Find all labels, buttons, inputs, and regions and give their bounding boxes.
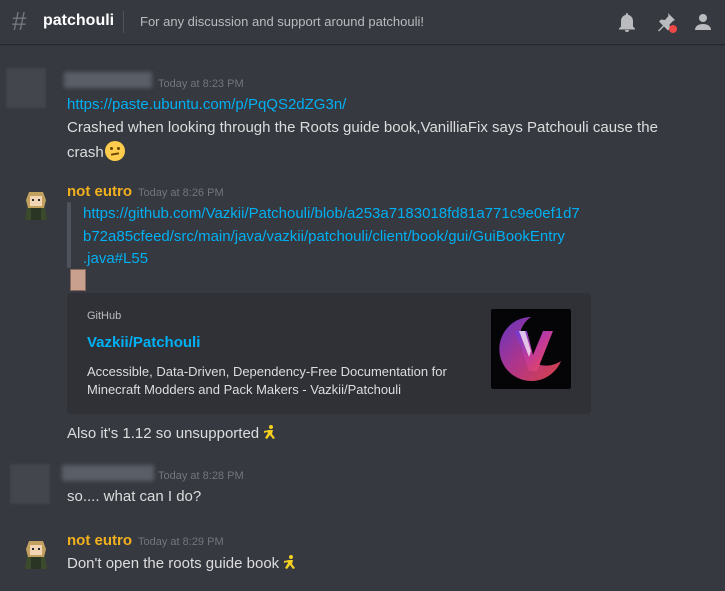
github-link-line-3[interactable]: .java#L55: [83, 250, 148, 267]
username[interactable]: not eutro: [67, 532, 132, 549]
members-icon[interactable]: [691, 10, 715, 34]
channel-header: # patchouli For any discussion and suppo…: [0, 0, 725, 44]
message-link[interactable]: https://paste.ubuntu.com/p/PqQS2dZG3n/: [67, 96, 346, 113]
embed-description: Accessible, Data-Driven, Dependency-Free…: [87, 364, 447, 397]
hidden-username[interactable]: [64, 72, 152, 88]
not-eutro-avatar-icon: [16, 533, 56, 573]
username[interactable]: not eutro: [67, 183, 132, 200]
avatar[interactable]: [6, 68, 46, 108]
paste-link[interactable]: https://paste.ubuntu.com/p/PqQS2dZG3n/: [67, 96, 346, 113]
not-eutro-avatar-icon: [16, 184, 56, 224]
header-divider: [123, 11, 124, 33]
timestamp: Today at 8:29 PM: [138, 536, 224, 548]
channel-hash-icon: #: [12, 6, 27, 36]
avatar[interactable]: [16, 533, 56, 573]
github-link-line-1[interactable]: https://github.com/Vazkii/Patchouli/blob…: [83, 205, 580, 222]
embed-title[interactable]: Vazkii/Patchouli: [87, 334, 200, 351]
running-figure-icon[interactable]: [263, 424, 277, 444]
message-text: Also it's 1.12 so unsupported: [67, 424, 277, 444]
timestamp: Today at 8:28 PM: [158, 470, 244, 482]
embed-provider[interactable]: GitHub: [87, 310, 121, 322]
timestamp: Today at 8:23 PM: [158, 78, 244, 90]
link-embed: GitHub Vazkii/Patchouli Accessible, Data…: [67, 293, 591, 414]
quoted-user-avatar[interactable]: [70, 269, 86, 291]
message-text-line-2: crash: [67, 141, 125, 161]
patchouli-logo-icon: [499, 317, 561, 381]
hidden-username[interactable]: [62, 465, 154, 481]
pin-icon[interactable]: [654, 10, 678, 34]
running-figure-icon[interactable]: [283, 554, 297, 574]
bell-icon[interactable]: [615, 10, 639, 34]
github-link-line-2[interactable]: b72a85cfeed/src/main/java/vazkii/patchou…: [83, 228, 565, 245]
channel-topic[interactable]: For any discussion and support around pa…: [140, 14, 424, 29]
message-text-crash: crash: [67, 144, 104, 161]
avatar[interactable]: [16, 184, 56, 224]
message-text: so.... what can I do?: [67, 488, 202, 505]
channel-name: patchouli: [43, 12, 115, 29]
avatar[interactable]: [10, 464, 50, 504]
embed-thumbnail[interactable]: [491, 309, 571, 389]
message-text: Don't open the roots guide book: [67, 554, 297, 574]
thinking-face-icon[interactable]: [104, 141, 125, 161]
message-text: Crashed when looking through the Roots g…: [67, 119, 658, 136]
quote-bar: [67, 202, 71, 268]
timestamp: Today at 8:26 PM: [138, 187, 224, 199]
